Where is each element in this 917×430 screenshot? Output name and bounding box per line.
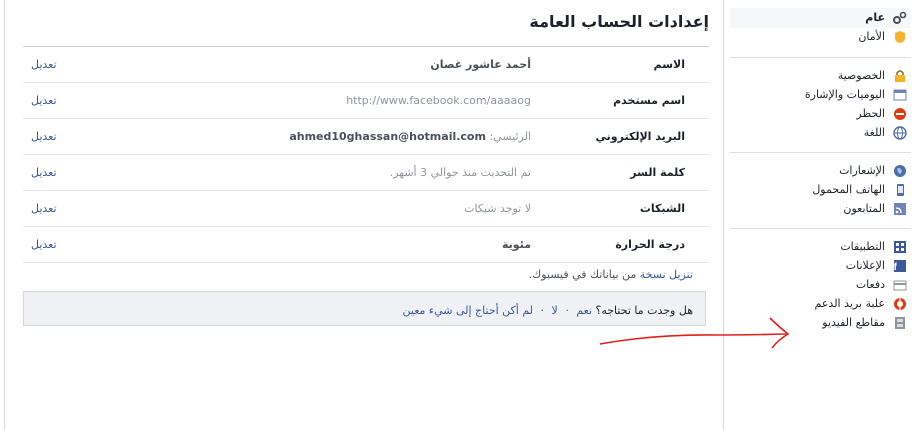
sidebar-item-ads[interactable]: f الإعلانات (845, 257, 906, 275)
sidebar-item-apps[interactable]: التطبيقات (840, 238, 906, 256)
sidebar-divider (730, 152, 911, 153)
row-label: كلمة السر (630, 166, 685, 179)
download-data-text: تنزيل نسخة من بياناتك في فيسبوك. (529, 268, 693, 281)
sidebar-item-mobile[interactable]: الهاتف المحمول (812, 181, 904, 199)
settings-row-email[interactable]: البريد الإلكتروني الرئيسي: ahmed10ghassa… (23, 119, 709, 155)
help-separator: · (565, 304, 569, 317)
sidebar-item-videos[interactable]: مقاطع الفيديو (822, 314, 905, 332)
sidebar-item-label: الحظر (856, 107, 885, 120)
page-title: إعدادات الحساب العامة (529, 12, 709, 31)
settings-row-temperature[interactable]: درجة الحرارة مئوية تعديل (23, 227, 709, 263)
gear-icon (893, 11, 907, 25)
sidebar-item-label: المتابعون (843, 202, 885, 215)
ads-icon: f (893, 259, 907, 273)
row-value: مئوية (502, 238, 531, 251)
sidebar-item-language[interactable]: اللغة (863, 124, 907, 142)
sidebar-item-label: التطبيقات (840, 240, 885, 253)
row-label: الشبكات (639, 202, 685, 215)
settings-row-password[interactable]: كلمة السر تم التحديث منذ حوالي 3 أشهر. ت… (23, 155, 709, 191)
badge-icon (893, 30, 907, 44)
help-separator-2: · (540, 304, 545, 317)
edit-link[interactable]: تعديل (31, 130, 57, 143)
sidebar-item-privacy[interactable]: الخصوصية (837, 67, 905, 85)
sidebar-item-blocking[interactable]: الحظر (856, 105, 906, 123)
red-arrow-annotation (599, 317, 790, 349)
film-icon (893, 316, 907, 330)
sidebar-item-timeline[interactable]: اليوميات والإشارة (804, 86, 907, 104)
sidebar-item-label: الهاتف المحمول (812, 183, 885, 196)
sidebar-divider (730, 57, 911, 58)
settings-list: الاسم أحمد عاشور غصان تعديل اسم مستخدم h… (23, 47, 709, 263)
sidebar-item-security[interactable]: الأمان (858, 28, 905, 46)
settings-row-networks[interactable]: الشبكات لا توجد شبكات تعديل (23, 191, 709, 227)
lifebuoy-icon (893, 297, 907, 311)
settings-row-name[interactable]: الاسم أحمد عاشور غصان تعديل (23, 47, 709, 83)
globe-notifications-icon (893, 164, 907, 178)
sidebar-divider (730, 228, 911, 229)
lock-icon (893, 69, 907, 83)
settings-sidebar: عام الأمان الخصوصية اليوميات والإشارة ال… (724, 0, 917, 430)
edit-link[interactable]: تعديل (31, 238, 57, 251)
row-value: تم التحديث منذ حوالي 3 أشهر. (389, 166, 531, 179)
edit-link[interactable]: تعديل (31, 202, 57, 215)
sidebar-item-label: مقاطع الفيديو (822, 316, 885, 329)
row-value: لا توجد شبكات (464, 202, 531, 215)
edit-link[interactable]: تعديل (31, 58, 57, 71)
row-value: http://www.facebook.com/aaaaog (346, 94, 531, 107)
help-no-extra-link[interactable]: لم أكن أحتاج إلى شيء معين (403, 304, 533, 317)
row-label: درجة الحرارة (615, 238, 685, 251)
sidebar-item-support-inbox[interactable]: علبة بريد الدعم (814, 295, 906, 313)
sidebar-item-followers[interactable]: المتابعون (843, 200, 906, 218)
sidebar-item-label: علبة بريد الدعم (814, 297, 885, 310)
sidebar-item-label: الخصوصية (837, 69, 885, 82)
row-label: البريد الإلكتروني (595, 130, 685, 143)
sidebar-item-label: الإشعارات (839, 164, 885, 177)
sidebar-item-label: الأمان (858, 30, 885, 43)
sidebar-item-label: عام (865, 11, 885, 24)
globe-icon (893, 126, 907, 140)
timeline-icon (893, 88, 907, 102)
sidebar-item-notifications[interactable]: الإشعارات (839, 162, 906, 180)
row-label: الاسم (653, 58, 685, 71)
settings-row-username[interactable]: اسم مستخدم http://www.facebook.com/aaaao… (23, 83, 709, 119)
rss-icon (893, 202, 907, 216)
apps-icon (893, 240, 907, 254)
edit-link[interactable]: تعديل (31, 94, 57, 107)
row-value: الرئيسي: ahmed10ghassan@hotmail.com (289, 130, 531, 143)
sidebar-item-label: اللغة (863, 126, 885, 139)
help-no-link[interactable]: لا (552, 304, 558, 317)
sidebar-item-label: دفعات (855, 278, 885, 291)
row-label: اسم مستخدم (613, 94, 685, 107)
main-content: إعدادات الحساب العامة الاسم أحمد عاشور غ… (5, 0, 724, 430)
download-copy-link[interactable]: تنزيل نسخة (640, 268, 693, 281)
sidebar-item-label: الإعلانات (845, 259, 885, 272)
card-icon (893, 278, 907, 292)
sidebar-item-general[interactable]: عام (865, 9, 907, 27)
sidebar-item-payments[interactable]: دفعات (855, 276, 907, 294)
edit-link[interactable]: تعديل (31, 166, 57, 179)
help-yes-link[interactable]: نعم (576, 304, 592, 317)
block-icon (893, 107, 907, 121)
row-value: أحمد عاشور غصان (430, 58, 531, 71)
sidebar-item-label: اليوميات والإشارة (804, 88, 885, 101)
mobile-icon (893, 183, 907, 197)
download-rest-text: من بياناتك في فيسبوك. (528, 268, 637, 281)
